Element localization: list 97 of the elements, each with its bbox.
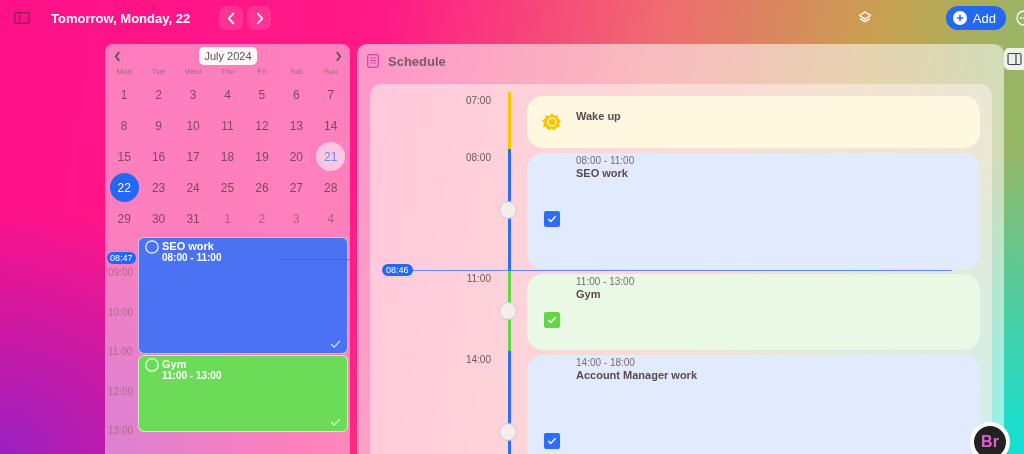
- weekday-label: Fri: [256, 66, 268, 78]
- calendar-day[interactable]: 2: [144, 80, 174, 109]
- checkbox[interactable]: [544, 211, 560, 227]
- timeline-node[interactable]: [499, 301, 517, 320]
- hour-label: 11:00: [107, 346, 134, 359]
- calendar-day[interactable]: 21: [316, 142, 346, 171]
- check-icon: [547, 215, 557, 223]
- task-time: 14:00 - 18:00: [576, 357, 636, 368]
- task-title: Account Manager work: [576, 369, 698, 381]
- calendar-day[interactable]: 5: [247, 80, 277, 109]
- calendar-day[interactable]: 2: [247, 204, 277, 233]
- weekday-label: Wed: [183, 66, 203, 78]
- check-icon: [547, 316, 557, 324]
- calendar-day[interactable]: 28: [316, 173, 346, 202]
- calendar-day[interactable]: 15: [109, 142, 139, 171]
- calendar-day[interactable]: 18: [213, 142, 242, 171]
- chevron-right-icon: [254, 11, 264, 25]
- task-title: SEO work: [576, 167, 629, 179]
- calendar-day[interactable]: 6: [281, 80, 311, 109]
- calendar-day[interactable]: 3: [281, 204, 311, 233]
- circle-icon[interactable]: [145, 240, 159, 254]
- circle-icon[interactable]: [145, 357, 159, 372]
- calendar-day[interactable]: 8: [109, 111, 139, 140]
- timeline-node[interactable]: [499, 200, 517, 219]
- event-card[interactable]: SEO work 08:00 - 11:00: [138, 237, 348, 354]
- sun-icon: [542, 112, 562, 132]
- calendar-day[interactable]: 16: [144, 142, 174, 171]
- weekday-label: Tue: [150, 66, 167, 78]
- calendar-day[interactable]: 4: [316, 204, 346, 233]
- event-time: 11:00 - 13:00: [162, 369, 222, 381]
- calendar-day[interactable]: 23: [144, 173, 174, 202]
- next-button[interactable]: [247, 6, 272, 30]
- calendar-day[interactable]: 24: [178, 173, 208, 202]
- task-title: Gym: [576, 288, 602, 300]
- layers-icon[interactable]: [857, 11, 872, 25]
- calendar-day[interactable]: 22: [109, 173, 139, 202]
- calendar-day[interactable]: 1: [109, 80, 139, 109]
- app-logo[interactable]: Br: [970, 422, 1010, 454]
- calendar-day[interactable]: 7: [316, 80, 346, 109]
- weekday-label: Thu: [219, 66, 236, 78]
- calendar-day[interactable]: 13: [281, 111, 311, 140]
- calendar-day[interactable]: 19: [247, 142, 277, 171]
- next-month-icon[interactable]: [335, 50, 342, 62]
- calendar-day[interactable]: 31: [178, 204, 208, 233]
- calendar-day[interactable]: 26: [247, 173, 277, 202]
- weekday-label: Sun: [322, 66, 339, 78]
- calendar-day[interactable]: 30: [144, 204, 174, 233]
- calendar-day[interactable]: 29: [109, 204, 139, 233]
- chevron-left-icon: [226, 11, 236, 25]
- current-time-badge: 08:46: [382, 264, 413, 276]
- hour-label: 09:00: [107, 267, 135, 280]
- hour-label: 12:00: [107, 385, 135, 399]
- check-icon: [330, 417, 341, 426]
- event-card[interactable]: Gym 11:00 - 13:00: [138, 354, 348, 432]
- checkbox[interactable]: [544, 433, 560, 449]
- check-icon: [330, 339, 341, 348]
- previous-month-icon[interactable]: [114, 50, 121, 62]
- task-title: Wake up: [576, 110, 621, 124]
- calendar-icon: [367, 54, 379, 68]
- calendar-day[interactable]: 4: [213, 80, 242, 109]
- task-time: 08:00 - 11:00: [576, 155, 635, 166]
- task-card[interactable]: 08:00 - 11:00 SEO work: [527, 153, 980, 269]
- sidebar-icon[interactable]: [14, 12, 30, 24]
- calendar-day[interactable]: 14: [316, 111, 346, 140]
- calendar-day[interactable]: 12: [247, 111, 277, 140]
- checkbox[interactable]: [544, 312, 560, 328]
- weekday-label: Sat: [289, 66, 304, 78]
- time-label: 07:00: [464, 94, 491, 108]
- calendar-day[interactable]: 20: [281, 142, 311, 171]
- check-icon: [547, 437, 557, 445]
- event-time: 08:00 - 11:00: [162, 252, 222, 263]
- calendar-day[interactable]: 11: [213, 111, 242, 140]
- calendar-day[interactable]: 27: [281, 173, 311, 202]
- hour-label: 13:00: [107, 425, 135, 438]
- time-label: 14:00: [464, 353, 491, 367]
- task-card[interactable]: 11:00 - 13:00 Gym: [527, 274, 980, 350]
- calendar-day[interactable]: 1: [213, 204, 242, 233]
- panel-toggle-icon[interactable]: [1004, 48, 1024, 70]
- previous-button[interactable]: [219, 6, 244, 30]
- timeline-node[interactable]: [499, 422, 517, 441]
- event-title: SEO work: [162, 240, 215, 252]
- task-card[interactable]: Wake up: [527, 96, 980, 148]
- current-time-badge: 08:47: [107, 252, 136, 264]
- task-time: 11:00 - 13:00: [576, 276, 635, 287]
- weekday-label: Mon: [115, 66, 133, 78]
- add-button[interactable]: Add: [945, 6, 1006, 30]
- calendar-day[interactable]: 17: [178, 142, 208, 171]
- date-title: Tomorrow, Monday, 22: [51, 10, 191, 26]
- plus-icon: [952, 11, 967, 25]
- calendar-day[interactable]: 3: [178, 80, 208, 109]
- task-card[interactable]: 14:00 - 18:00 Account Manager work: [527, 355, 980, 454]
- schedule-title: Schedule: [388, 53, 446, 69]
- event-title: Gym: [162, 357, 188, 370]
- calendar-day[interactable]: 10: [178, 111, 208, 140]
- calendar-day[interactable]: 25: [213, 173, 242, 202]
- month-label[interactable]: July 2024: [199, 47, 257, 65]
- calendar-day[interactable]: 9: [144, 111, 174, 140]
